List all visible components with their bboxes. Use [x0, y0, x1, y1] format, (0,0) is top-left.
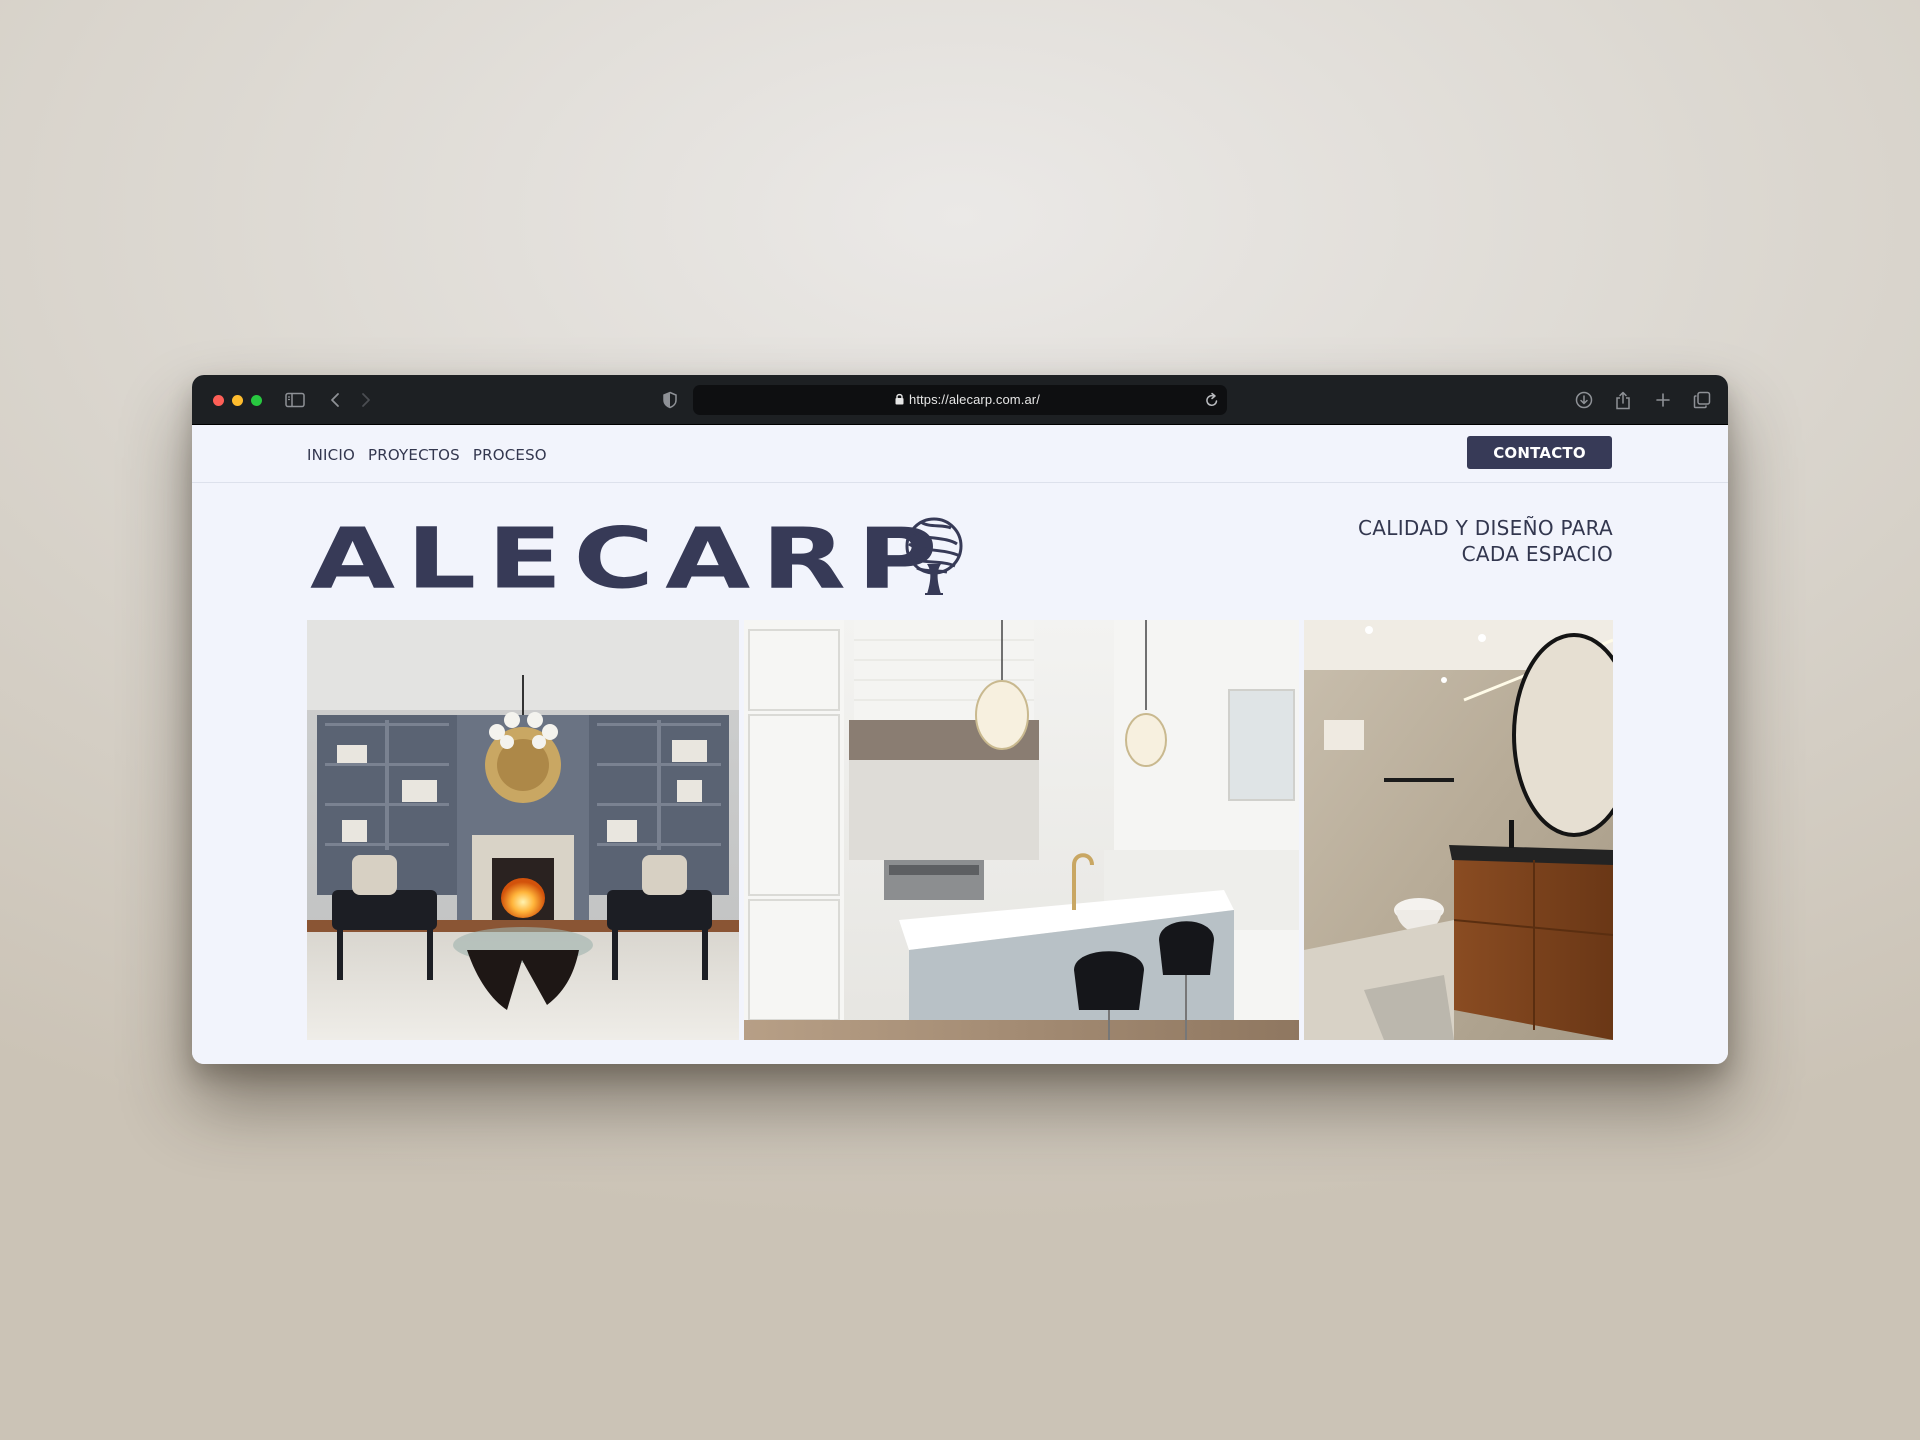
address-bar[interactable]: https://alecarp.com.ar/ — [693, 385, 1227, 415]
tree-logo-icon — [905, 517, 963, 595]
browser-window: https://alecarp.com.ar/ INICIO PROYECTOS… — [192, 375, 1728, 1064]
lock-icon — [895, 393, 904, 405]
share-icon[interactable] — [1612, 389, 1634, 411]
tagline-line-2: CADA ESPACIO — [1461, 542, 1613, 566]
nav-link-proceso[interactable]: PROCESO — [473, 446, 547, 464]
forward-icon[interactable] — [355, 389, 377, 411]
close-window-button[interactable] — [213, 395, 224, 406]
brand-logo-text: ALECARP — [310, 509, 949, 608]
minimize-window-button[interactable] — [232, 395, 243, 406]
tagline: CALIDAD Y DISEÑO PARA CADA ESPACIO — [1358, 515, 1613, 567]
zoom-window-button[interactable] — [251, 395, 262, 406]
bathroom-image — [1304, 620, 1613, 1040]
browser-toolbar: https://alecarp.com.ar/ — [192, 375, 1728, 425]
download-icon[interactable] — [1573, 389, 1595, 411]
contact-button[interactable]: CONTACTO — [1467, 436, 1612, 469]
tabs-icon[interactable] — [1691, 389, 1713, 411]
kitchen-image — [744, 620, 1299, 1040]
site-nav: INICIO PROYECTOS PROCESO CONTACTO — [192, 425, 1728, 483]
nav-link-proyectos[interactable]: PROYECTOS — [368, 446, 460, 464]
nav-link-inicio[interactable]: INICIO — [307, 446, 355, 464]
new-tab-icon[interactable] — [1652, 389, 1674, 411]
reload-icon[interactable] — [1205, 392, 1219, 408]
url-text: https://alecarp.com.ar/ — [909, 392, 1040, 407]
shield-icon[interactable] — [659, 389, 681, 411]
living-room-image — [307, 620, 739, 1040]
back-icon[interactable] — [324, 389, 346, 411]
tagline-line-1: CALIDAD Y DISEÑO PARA — [1358, 516, 1613, 540]
sidebar-icon[interactable] — [284, 389, 306, 411]
web-page: INICIO PROYECTOS PROCESO CONTACTO ALECAR… — [192, 425, 1728, 1064]
